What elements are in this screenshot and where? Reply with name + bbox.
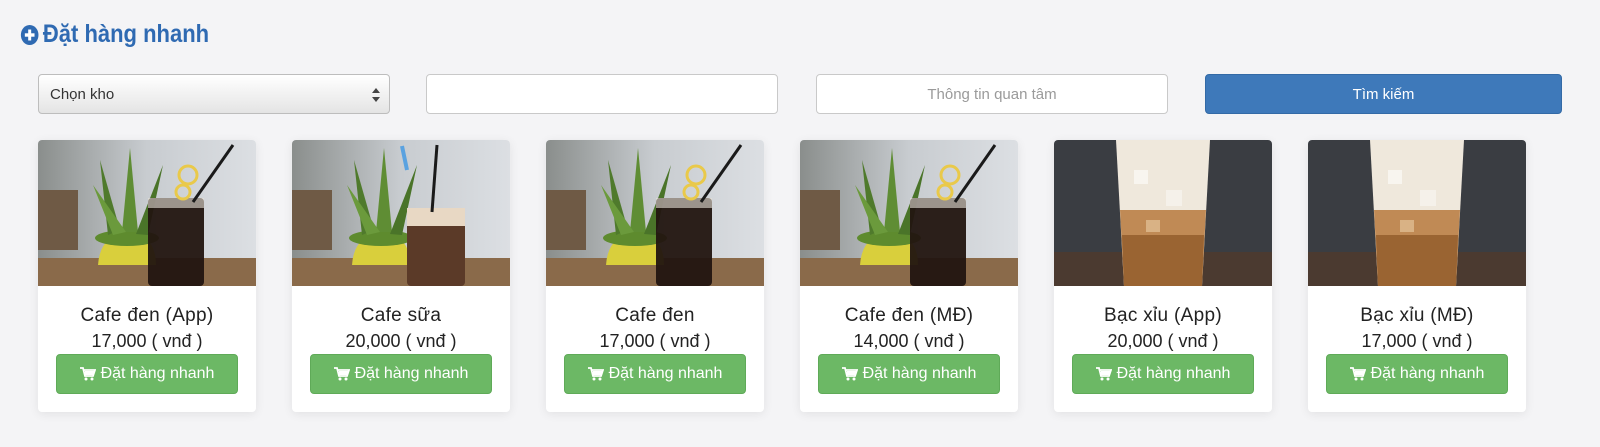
quick-order-button[interactable]: Đặt hàng nhanh [310,354,492,394]
select-arrows-icon [371,85,381,105]
product-grid: Cafe đen (App) 17,000 ( vnđ ) Đặt hàng n… [38,140,1562,412]
cart-icon [333,367,350,381]
interest-input[interactable] [816,74,1168,114]
quick-order-button[interactable]: Đặt hàng nhanh [56,354,238,394]
product-name: Cafe sữa [360,305,442,326]
product-price: 20,000 ( vnđ ) [345,331,457,351]
product-name: Bạc xỉu (App) [1104,305,1222,326]
quick-order-button[interactable]: Đặt hàng nhanh [818,354,1000,394]
cart-icon [79,367,96,381]
section-title-text: Đặt hàng nhanh [42,20,210,48]
quick-order-label: Đặt hàng nhanh [1370,365,1485,382]
product-price: 17,000 ( vnđ ) [91,331,203,351]
product-card: Bạc xỉu (App) 20,000 ( vnđ ) Đặt hàng nh… [1054,140,1272,412]
product-image[interactable] [38,140,256,286]
cart-icon [587,367,604,381]
product-image[interactable] [800,140,1018,286]
product-price: 17,000 ( vnđ ) [599,331,711,351]
product-card: Cafe sữa 20,000 ( vnđ ) Đặt hàng nhanh [292,140,510,412]
search-button[interactable]: Tìm kiếm [1205,74,1562,114]
quick-order-label: Đặt hàng nhanh [862,365,977,382]
product-name: Cafe đen (App) [80,305,214,326]
product-image[interactable] [1054,140,1272,286]
product-card: Cafe đen 17,000 ( vnđ ) Đặt hàng nhanh [546,140,764,412]
cart-icon [1349,367,1366,381]
quick-order-button[interactable]: Đặt hàng nhanh [1072,354,1254,394]
quick-order-label: Đặt hàng nhanh [354,365,469,382]
product-image[interactable] [546,140,764,286]
filter-bar: Chọn kho Tìm kiếm [38,74,1562,114]
product-card: Cafe đen (MĐ) 14,000 ( vnđ ) Đặt hàng nh… [800,140,1018,412]
cart-icon [841,367,858,381]
quick-order-label: Đặt hàng nhanh [1116,365,1231,382]
product-price: 17,000 ( vnđ ) [1361,331,1473,351]
cart-icon [1095,367,1112,381]
plus-circle-icon [20,24,39,46]
product-name: Cafe đen (MĐ) [844,305,974,326]
product-price: 20,000 ( vnđ ) [1107,331,1219,351]
product-image[interactable] [1308,140,1526,286]
product-price: 14,000 ( vnđ ) [853,331,965,351]
warehouse-select-value: Chọn kho [50,85,115,103]
product-name: Bạc xỉu (MĐ) [1360,305,1474,326]
product-card: Bạc xỉu (MĐ) 17,000 ( vnđ ) Đặt hàng nha… [1308,140,1526,412]
quick-order-label: Đặt hàng nhanh [608,365,723,382]
quick-order-button[interactable]: Đặt hàng nhanh [564,354,746,394]
product-name: Cafe đen [615,305,695,326]
product-image[interactable] [292,140,510,286]
quick-order-button[interactable]: Đặt hàng nhanh [1326,354,1508,394]
warehouse-select[interactable]: Chọn kho [38,74,390,114]
product-card: Cafe đen (App) 17,000 ( vnđ ) Đặt hàng n… [38,140,256,412]
quick-order-label: Đặt hàng nhanh [100,365,215,382]
section-title: Đặt hàng nhanh [20,20,209,49]
keyword-input[interactable] [426,74,778,114]
